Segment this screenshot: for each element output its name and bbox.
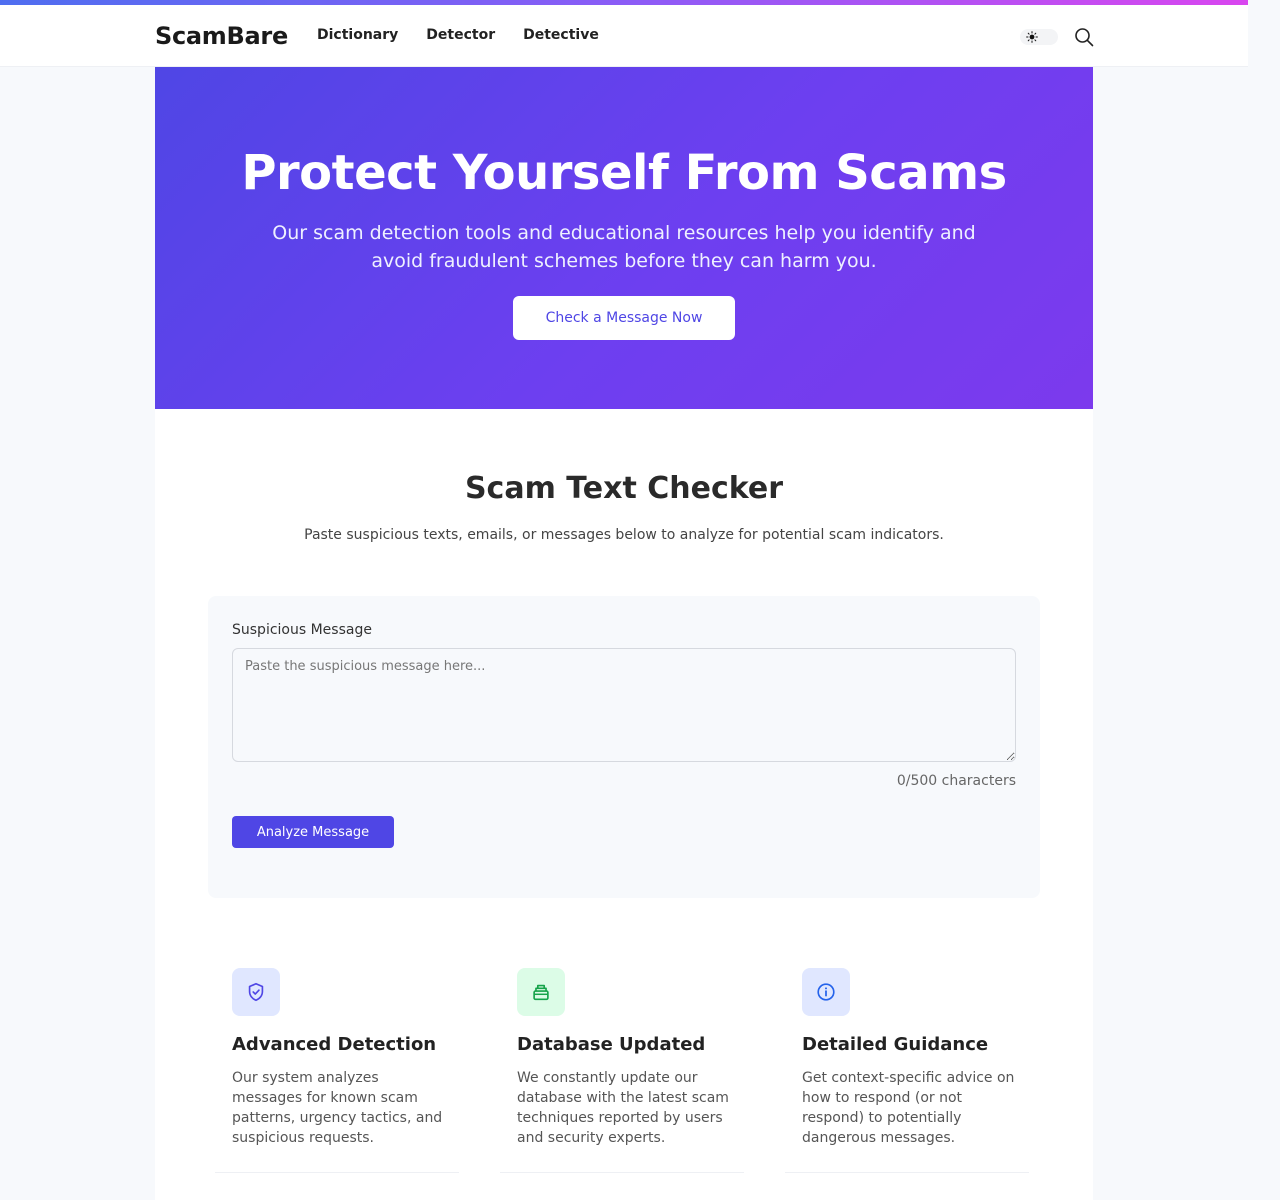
main-content: Scam Text Checker Paste suspicious texts… xyxy=(155,409,1093,1200)
search-icon[interactable] xyxy=(1072,25,1096,49)
feature-text: Our system analyzes messages for known s… xyxy=(232,1070,443,1146)
shield-check-icon xyxy=(248,982,264,1002)
message-field-label: Suspicious Message xyxy=(232,622,372,638)
site-logo[interactable]: ScamBare xyxy=(155,22,288,50)
feature-database-updated: Database Updated We constantly update ou… xyxy=(500,968,744,1173)
main-nav: Dictionary Detector Detective xyxy=(317,27,599,43)
feature-title: Database Updated xyxy=(517,1034,706,1055)
nav-link-detective[interactable]: Detective xyxy=(523,27,599,43)
feature-text: We constantly update our database with t… xyxy=(517,1070,729,1146)
checker-subtitle: Paste suspicious texts, emails, or messa… xyxy=(304,527,944,543)
features-section: Advanced Detection Our system analyzes m… xyxy=(215,968,1045,1178)
sun-icon xyxy=(1026,31,1038,43)
theme-toggle[interactable] xyxy=(1020,29,1058,45)
hero-title: Protect Yourself From Scams xyxy=(241,145,1007,201)
analyze-message-button[interactable]: Analyze Message xyxy=(232,816,394,848)
feature-icon-box xyxy=(232,968,280,1016)
feature-icon-box xyxy=(802,968,850,1016)
checker-card: Suspicious Message 0/500 characters Anal… xyxy=(208,596,1040,898)
database-icon xyxy=(533,984,549,1001)
character-count: 0/500 characters xyxy=(896,773,1016,789)
checker-title: Scam Text Checker xyxy=(464,471,784,506)
feature-icon-box xyxy=(517,968,565,1016)
nav-link-dictionary[interactable]: Dictionary xyxy=(317,27,398,43)
suspicious-message-input[interactable] xyxy=(232,648,1016,762)
feature-detailed-guidance: Detailed Guidance Get context-specific a… xyxy=(785,968,1029,1173)
hero-subtitle: Our scam detection tools and educational… xyxy=(272,222,976,272)
info-icon xyxy=(817,983,835,1001)
feature-text: Get context-specific advice on how to re… xyxy=(802,1070,1015,1146)
site-header: ScamBare Dictionary Detector Detective xyxy=(0,5,1248,67)
feature-title: Advanced Detection xyxy=(232,1034,437,1055)
feature-advanced-detection: Advanced Detection Our system analyzes m… xyxy=(215,968,459,1173)
hero-banner: Protect Yourself From Scams Our scam det… xyxy=(155,67,1093,409)
check-message-button[interactable]: Check a Message Now xyxy=(513,296,735,340)
feature-title: Detailed Guidance xyxy=(802,1034,989,1055)
nav-link-detector[interactable]: Detector xyxy=(426,27,495,43)
